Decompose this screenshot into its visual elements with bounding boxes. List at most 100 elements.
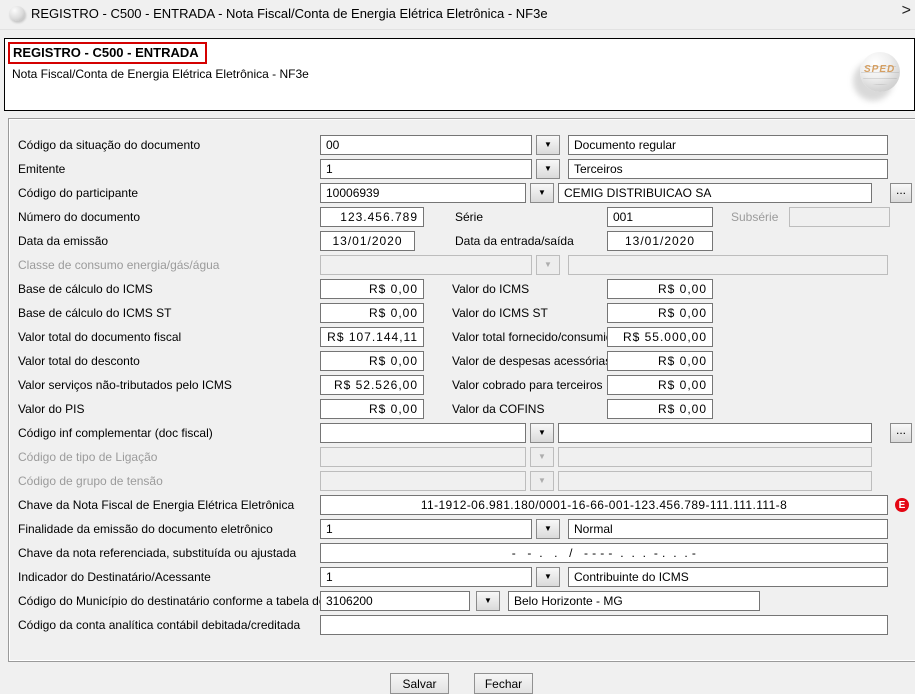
chevron-down-icon: ▼ (544, 573, 552, 581)
tipo-ligacao-label: Código de tipo de Ligação (18, 450, 157, 464)
row-chave-ref: Chave da nota referenciada, substituída … (0, 543, 915, 564)
vl-despesas-label: Valor de despesas acessórias (452, 354, 611, 368)
vl-icms-input[interactable] (607, 279, 713, 299)
chevron-down-icon: ▼ (538, 477, 546, 485)
row-conta: Código da conta analítica contábil debit… (0, 615, 915, 636)
conta-input[interactable] (320, 615, 888, 635)
row-cod-inf: Código inf complementar (doc fiscal) ▼ .… (0, 423, 915, 444)
finalidade-input[interactable] (320, 519, 532, 539)
bc-icms-st-input[interactable] (320, 303, 424, 323)
emitente-desc[interactable] (568, 159, 888, 179)
vl-nao-trib-label: Valor serviços não-tributados pelo ICMS (18, 378, 232, 392)
numero-input[interactable] (320, 207, 424, 227)
error-badge[interactable]: E (895, 498, 909, 512)
vl-doc-label: Valor total do documento fiscal (18, 330, 181, 344)
row-participante: Código do participante ▼ ... (0, 183, 915, 204)
vl-icms-st-label: Valor do ICMS ST (452, 306, 548, 320)
data-entrada-input[interactable] (607, 231, 713, 251)
municipio-dropdown-button[interactable]: ▼ (476, 591, 500, 611)
row-finalidade: Finalidade da emissão do documento eletr… (0, 519, 915, 540)
participante-desc[interactable] (558, 183, 872, 203)
participante-browse-button[interactable]: ... (890, 183, 912, 203)
vl-cofins-input[interactable] (607, 399, 713, 419)
chevron-down-icon: ▼ (538, 453, 546, 461)
window-icon (9, 6, 25, 21)
row-chave: Chave da Nota Fiscal de Energia Elétrica… (0, 495, 915, 516)
participante-input[interactable] (320, 183, 526, 203)
municipio-desc[interactable] (508, 591, 760, 611)
finalidade-desc[interactable] (568, 519, 888, 539)
vl-desconto-input[interactable] (320, 351, 424, 371)
subserie-input (789, 207, 890, 227)
chave-input[interactable] (320, 495, 888, 515)
tipo-ligacao-input (320, 447, 526, 467)
indicador-input[interactable] (320, 567, 532, 587)
cod-inf-dropdown-button[interactable]: ▼ (530, 423, 554, 443)
bc-icms-input[interactable] (320, 279, 424, 299)
subserie-label: Subsérie (731, 210, 778, 224)
finalidade-label: Finalidade da emissão do documento eletr… (18, 522, 273, 536)
cod-inf-input[interactable] (320, 423, 526, 443)
vl-icms-st-input[interactable] (607, 303, 713, 323)
row-vl-nao-trib: Valor serviços não-tributados pelo ICMS … (0, 375, 915, 396)
scroll-right-chevron-icon[interactable]: > (902, 2, 911, 20)
bc-icms-label: Base de cálculo do ICMS (18, 282, 153, 296)
emitente-input[interactable] (320, 159, 532, 179)
municipio-label: Código do Município do destinatário conf… (18, 594, 358, 608)
grupo-tensao-input (320, 471, 526, 491)
save-button[interactable]: Salvar (390, 673, 449, 694)
municipio-input[interactable] (320, 591, 470, 611)
register-title-highlight: REGISTRO - C500 - ENTRADA (8, 42, 207, 64)
row-numero: Número do documento Série Subsérie (0, 207, 915, 228)
ellipsis-icon: ... (896, 423, 906, 437)
chevron-down-icon: ▼ (544, 261, 552, 269)
cod-inf-browse-button[interactable]: ... (890, 423, 912, 443)
window-title: REGISTRO - C500 - ENTRADA - Nota Fiscal/… (31, 6, 548, 21)
chevron-down-icon: ▼ (538, 429, 546, 437)
grupo-tensao-label: Código de grupo de tensão (18, 474, 163, 488)
row-bc-icms: Base de cálculo do ICMS Valor do ICMS (0, 279, 915, 300)
row-bc-icms-st: Base de cálculo do ICMS ST Valor do ICMS… (0, 303, 915, 324)
chave-ref-input[interactable] (320, 543, 888, 563)
indicador-desc[interactable] (568, 567, 888, 587)
classe-label: Classe de consumo energia/gás/água (18, 258, 219, 272)
vl-icms-label: Valor do ICMS (452, 282, 529, 296)
emitente-dropdown-button[interactable]: ▼ (536, 159, 560, 179)
vl-fornecido-label: Valor total fornecido/consumido (452, 330, 619, 344)
title-separator (0, 29, 915, 30)
bc-icms-st-label: Base de cálculo do ICMS ST (18, 306, 171, 320)
classe-input (320, 255, 532, 275)
vl-doc-input[interactable] (320, 327, 424, 347)
numero-label: Número do documento (18, 210, 140, 224)
serie-input[interactable] (607, 207, 713, 227)
vl-pis-input[interactable] (320, 399, 424, 419)
data-emissao-label: Data da emissão (18, 234, 108, 248)
vl-nao-trib-input[interactable] (320, 375, 424, 395)
participante-dropdown-button[interactable]: ▼ (530, 183, 554, 203)
close-button[interactable]: Fechar (474, 673, 533, 694)
chave-label: Chave da Nota Fiscal de Energia Elétrica… (18, 498, 294, 512)
vl-fornecido-input[interactable] (607, 327, 713, 347)
header-panel: REGISTRO - C500 - ENTRADA Nota Fiscal/Co… (4, 38, 915, 111)
cod-inf-desc[interactable] (558, 423, 872, 443)
finalidade-dropdown-button[interactable]: ▼ (536, 519, 560, 539)
sped-logo: SPED (855, 51, 903, 95)
row-grupo-tensao: Código de grupo de tensão ▼ (0, 471, 915, 492)
row-vl-doc: Valor total do documento fiscal Valor to… (0, 327, 915, 348)
row-vl-desconto: Valor total do desconto Valor de despesa… (0, 351, 915, 372)
situacao-label: Código da situação do documento (18, 138, 200, 152)
indicador-dropdown-button[interactable]: ▼ (536, 567, 560, 587)
vl-desconto-label: Valor total do desconto (18, 354, 140, 368)
situacao-input[interactable] (320, 135, 532, 155)
row-situacao: Código da situação do documento ▼ (0, 135, 915, 156)
situacao-dropdown-button[interactable]: ▼ (536, 135, 560, 155)
data-emissao-input[interactable] (320, 231, 415, 251)
vl-despesas-input[interactable] (607, 351, 713, 371)
row-datas: Data da emissão Data da entrada/saída (0, 231, 915, 252)
row-emitente: Emitente ▼ (0, 159, 915, 180)
vl-terceiros-input[interactable] (607, 375, 713, 395)
chevron-down-icon: ▼ (544, 165, 552, 173)
situacao-desc[interactable] (568, 135, 888, 155)
row-indicador: Indicador do Destinatário/Acessante ▼ (0, 567, 915, 588)
row-tipo-ligacao: Código de tipo de Ligação ▼ (0, 447, 915, 468)
